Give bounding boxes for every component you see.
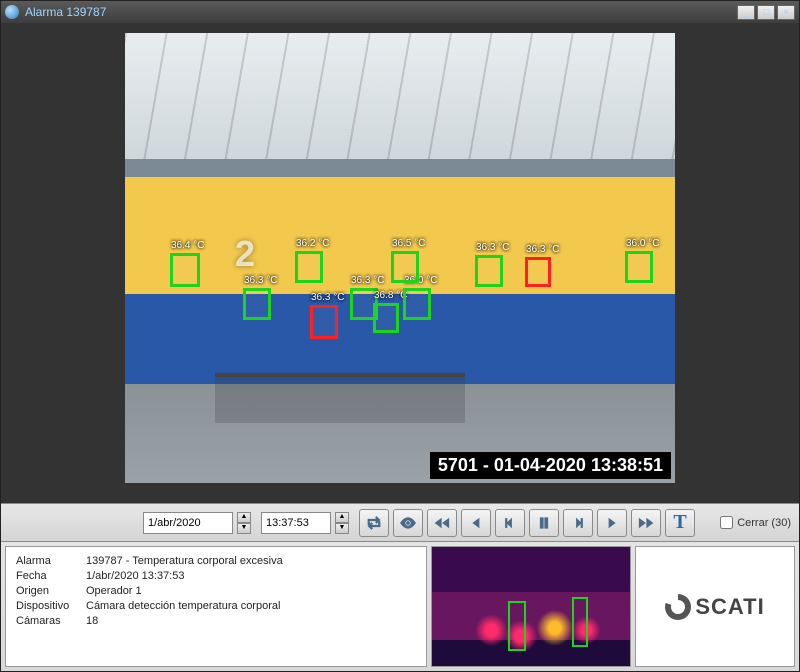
detection-temp-label: 36.3 °C xyxy=(244,275,277,286)
value-dispositivo: Cámara detección temperatura corporal xyxy=(86,600,280,612)
detection-box: 36.0 °C xyxy=(403,288,431,320)
date-input[interactable] xyxy=(143,512,233,534)
info-row-dispositivo: Dispositivo Cámara detección temperatura… xyxy=(16,600,416,612)
time-input[interactable] xyxy=(261,512,331,534)
prev-button[interactable] xyxy=(461,509,491,537)
label-alarma: Alarma xyxy=(16,555,86,567)
minimize-button[interactable]: _ xyxy=(737,5,755,20)
detection-temp-label: 36.2 °C xyxy=(296,238,329,249)
play-button[interactable] xyxy=(597,509,627,537)
label-origen: Origen xyxy=(16,585,86,597)
video-frame[interactable]: 2 5701 - 01-04-2020 13:38:51 36.4 °C 36.3… xyxy=(125,33,675,483)
thermal-detection-box xyxy=(572,597,588,647)
info-row-origen: Origen Operador 1 xyxy=(16,585,416,597)
play-icon xyxy=(603,514,621,532)
detection-box: 36.3 °C xyxy=(475,255,503,287)
loop-icon xyxy=(365,514,383,532)
rewind-icon xyxy=(433,514,451,532)
titlebar[interactable]: Alarma 139787 _ □ × xyxy=(1,1,799,23)
close-window-button[interactable]: × xyxy=(777,5,795,20)
detection-box: 36.5 °C xyxy=(391,251,419,283)
step-fwd-button[interactable] xyxy=(563,509,593,537)
detection-box: 36.3 °C xyxy=(243,288,271,320)
step-back-button[interactable] xyxy=(495,509,525,537)
window-buttons: _ □ × xyxy=(737,5,795,20)
window-title: Alarma 139787 xyxy=(25,5,737,19)
prev-icon xyxy=(467,514,485,532)
value-camaras: 18 xyxy=(86,615,98,627)
date-spinner[interactable]: ▲▼ xyxy=(237,512,251,534)
brand-swirl-icon xyxy=(665,594,691,620)
view-button[interactable] xyxy=(393,509,423,537)
thermal-preview[interactable] xyxy=(431,546,631,667)
maximize-button[interactable]: □ xyxy=(757,5,775,20)
video-area: 2 5701 - 01-04-2020 13:38:51 36.4 °C 36.3… xyxy=(1,23,799,503)
step-fwd-icon xyxy=(569,514,587,532)
detection-temp-label: 36.3 °C xyxy=(311,292,344,303)
label-camaras: Cámaras xyxy=(16,615,86,627)
detection-temp-label: 36.3 °C xyxy=(476,242,509,253)
thermal-detection-box xyxy=(508,601,526,651)
detection-temp-label: 36.3 °C xyxy=(351,275,384,286)
pause-icon xyxy=(535,514,553,532)
alarm-info-box: Alarma 139787 - Temperatura corporal exc… xyxy=(5,546,427,667)
app-icon xyxy=(5,5,19,19)
playback-controls: ▲▼ ▲▼ T C xyxy=(1,503,799,541)
close-checkbox[interactable] xyxy=(720,516,733,529)
value-origen: Operador 1 xyxy=(86,585,142,597)
alarm-window: Alarma 139787 _ □ × 2 5701 - 01-04-2020 … xyxy=(0,0,800,672)
fastfwd-icon xyxy=(637,514,655,532)
detection-box: 36.3 °C xyxy=(525,257,551,287)
value-alarma: 139787 - Temperatura corporal excesiva xyxy=(86,555,283,567)
brand-logo: SCATI xyxy=(665,594,764,620)
fastfwd-button[interactable] xyxy=(631,509,661,537)
eye-icon xyxy=(399,514,417,532)
detection-temp-label: 36.4 °C xyxy=(171,240,204,251)
detection-box: 36.2 °C xyxy=(295,251,323,283)
info-row-camaras: Cámaras 18 xyxy=(16,615,416,627)
bottom-panel: Alarma 139787 - Temperatura corporal exc… xyxy=(1,541,799,671)
detection-box: 36.0 °C xyxy=(625,251,653,283)
info-row-alarma: Alarma 139787 - Temperatura corporal exc… xyxy=(16,555,416,567)
scene-bench xyxy=(215,373,465,423)
scene-marker: 2 xyxy=(235,233,255,275)
video-timestamp-overlay: 5701 - 01-04-2020 13:38:51 xyxy=(430,452,671,479)
detection-box: 36.4 °C xyxy=(170,253,200,287)
detection-temp-label: 36.0 °C xyxy=(626,238,659,249)
loop-button[interactable] xyxy=(359,509,389,537)
value-fecha: 1/abr/2020 13:37:53 xyxy=(86,570,184,582)
detection-box: 36.3 °C xyxy=(310,305,338,339)
detection-temp-label: 36.5 °C xyxy=(392,238,425,249)
brand-name: SCATI xyxy=(695,594,764,620)
info-row-fecha: Fecha 1/abr/2020 13:37:53 xyxy=(16,570,416,582)
rewind-button[interactable] xyxy=(427,509,457,537)
brand-box: SCATI xyxy=(635,546,795,667)
step-back-icon xyxy=(501,514,519,532)
close-checkbox-label: Cerrar (30) xyxy=(737,517,791,529)
pause-button[interactable] xyxy=(529,509,559,537)
label-fecha: Fecha xyxy=(16,570,86,582)
detection-temp-label: 36.3 °C xyxy=(526,244,559,255)
detection-box: 36.8 °C xyxy=(373,303,399,333)
text-mode-button[interactable]: T xyxy=(665,509,695,537)
time-spinner[interactable]: ▲▼ xyxy=(335,512,349,534)
close-checkbox-wrap[interactable]: Cerrar (30) xyxy=(720,516,791,529)
label-dispositivo: Dispositivo xyxy=(16,600,86,612)
